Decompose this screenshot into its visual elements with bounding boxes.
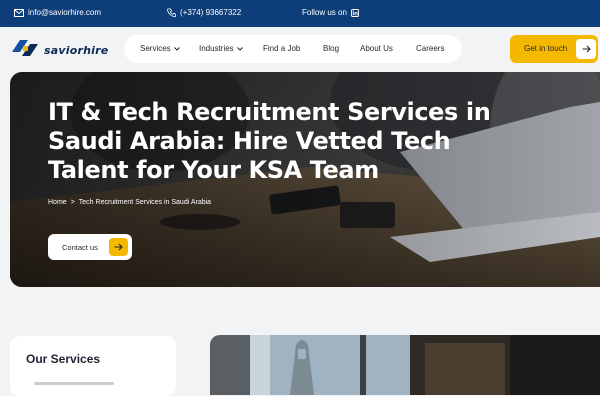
breadcrumb-separator: > <box>70 199 75 206</box>
phone-text[interactable]: (+374) 93667322 <box>180 8 241 17</box>
chevron-down-icon <box>236 44 243 53</box>
our-services-card: Our Services <box>10 336 176 396</box>
hero-title: IT & Tech Recruitment Services in Saudi … <box>48 98 491 184</box>
social-follow: Follow us on <box>302 8 359 17</box>
arrow-right-icon <box>109 238 128 256</box>
contact-us-button[interactable]: Contact us <box>48 234 132 260</box>
nav-label: Find a Job <box>263 44 301 53</box>
breadcrumb-home[interactable]: Home <box>48 199 67 206</box>
hero-banner: IT & Tech Recruitment Services in Saudi … <box>10 72 600 287</box>
get-in-touch-label: Get in touch <box>524 44 568 53</box>
chevron-down-icon <box>173 44 180 53</box>
contact-email[interactable]: info@saviorhire.com <box>14 8 101 17</box>
linkedin-icon[interactable] <box>350 8 359 17</box>
phone-icon <box>167 8 176 17</box>
nav-label: About Us <box>360 44 393 53</box>
nav-item-about-us[interactable]: About Us <box>360 44 393 53</box>
nav-item-careers[interactable]: Careers <box>416 44 444 53</box>
envelope-icon <box>14 8 24 17</box>
our-services-title: Our Services <box>26 352 101 366</box>
nav-item-blog[interactable]: Blog <box>323 44 339 53</box>
nav-item-industries[interactable]: Industries <box>199 44 243 53</box>
nav-label: Services <box>140 44 171 53</box>
breadcrumb: Home > Tech Recruitment Services in Saud… <box>48 199 211 206</box>
breadcrumb-current: Tech Recruitment Services in Saudi Arabi… <box>78 199 212 206</box>
follow-label: Follow us on <box>302 8 347 17</box>
nav-label: Blog <box>323 44 340 53</box>
nav-item-services[interactable]: Services <box>140 44 180 53</box>
get-in-touch-button[interactable]: Get in touch <box>510 35 598 63</box>
contact-us-label: Contact us <box>62 243 98 252</box>
logo-mark-icon <box>10 38 40 63</box>
top-bar: info@saviorhire.com (+374) 93667322 Foll… <box>0 0 600 27</box>
nav-label: Careers <box>416 44 445 53</box>
riyadh-skyline-image <box>210 335 600 395</box>
nav-item-find-a-job[interactable]: Find a Job <box>263 44 300 53</box>
brand-name: saviorhire <box>44 44 109 57</box>
arrow-right-icon <box>576 39 596 59</box>
email-text[interactable]: info@saviorhire.com <box>28 8 101 17</box>
contact-phone[interactable]: (+374) 93667322 <box>167 8 241 17</box>
nav-label: Industries <box>199 44 234 53</box>
content-image <box>210 335 600 395</box>
brand-logo[interactable]: saviorhire <box>10 38 108 63</box>
services-list-item-placeholder <box>34 382 114 385</box>
main-navigation: Services Industries Find a Job Blog Abou… <box>124 35 462 63</box>
